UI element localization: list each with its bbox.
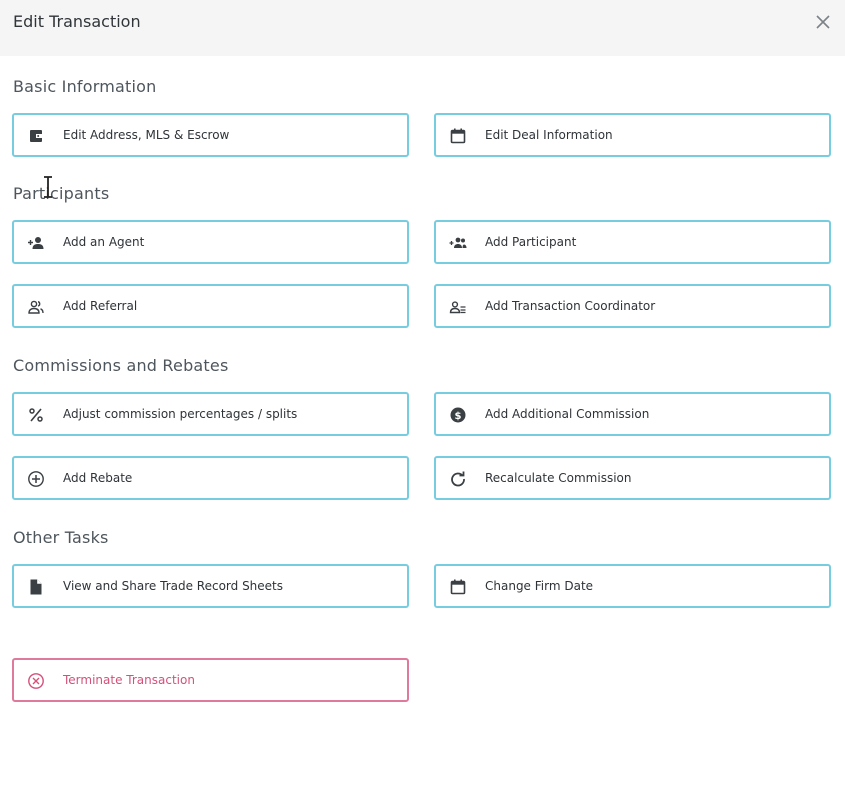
calendar-icon xyxy=(450,128,466,144)
coordinator-icon xyxy=(449,301,466,314)
svg-text:$: $ xyxy=(455,411,462,422)
add-additional-commission-label: Add Additional Commission xyxy=(485,407,650,421)
recalculate-commission-label: Recalculate Commission xyxy=(485,471,632,485)
change-firm-date-label: Change Firm Date xyxy=(485,579,594,593)
people-outline-icon xyxy=(28,300,44,314)
section-basic-information: Basic Information xyxy=(13,77,157,96)
person-add-icon xyxy=(28,237,44,249)
section-commissions-and-rebates: Commissions and Rebates xyxy=(13,356,229,375)
percent-icon xyxy=(29,408,43,422)
dollar-circle-icon: $ xyxy=(450,407,466,423)
add-agent-label: Add an Agent xyxy=(63,235,145,249)
add-transaction-coordinator-label: Add Transaction Coordinator xyxy=(485,299,656,313)
calendar-icon xyxy=(450,579,466,595)
text-cursor-icon xyxy=(44,176,52,198)
document-icon xyxy=(30,579,42,595)
edit-deal-information-button[interactable]: Edit Deal Information xyxy=(434,113,831,157)
group-add-icon xyxy=(449,237,467,248)
terminate-transaction-label: Terminate Transaction xyxy=(63,673,195,687)
adjust-commission-button[interactable]: Adjust commission percentages / splits xyxy=(12,392,409,436)
view-trade-record-sheets-button[interactable]: View and Share Trade Record Sheets xyxy=(12,564,409,608)
section-participants: Participants xyxy=(13,184,110,203)
view-trade-record-sheets-label: View and Share Trade Record Sheets xyxy=(63,579,284,593)
terminate-transaction-button[interactable]: Terminate Transaction xyxy=(12,658,409,702)
add-additional-commission-button[interactable]: $ Add Additional Commission xyxy=(434,392,831,436)
add-agent-button[interactable]: Add an Agent xyxy=(12,220,409,264)
add-referral-button[interactable]: Add Referral xyxy=(12,284,409,328)
add-transaction-coordinator-button[interactable]: Add Transaction Coordinator xyxy=(434,284,831,328)
dialog-title: Edit Transaction xyxy=(13,12,141,31)
cancel-circle-icon xyxy=(28,673,44,689)
section-other-tasks: Other Tasks xyxy=(13,528,109,547)
edit-address-label: Edit Address, MLS & Escrow xyxy=(63,128,230,142)
adjust-commission-label: Adjust commission percentages / splits xyxy=(63,407,298,421)
add-participant-button[interactable]: Add Participant xyxy=(434,220,831,264)
add-referral-label: Add Referral xyxy=(63,299,138,313)
add-rebate-button[interactable]: Add Rebate xyxy=(12,456,409,500)
recalculate-commission-button[interactable]: Recalculate Commission xyxy=(434,456,831,500)
edit-deal-information-label: Edit Deal Information xyxy=(485,128,613,142)
refresh-icon xyxy=(451,471,465,487)
wallet-icon xyxy=(30,130,42,142)
dialog-header: Edit Transaction xyxy=(0,0,845,56)
add-participant-label: Add Participant xyxy=(485,235,577,249)
change-firm-date-button[interactable]: Change Firm Date xyxy=(434,564,831,608)
add-rebate-label: Add Rebate xyxy=(63,471,133,485)
edit-address-button[interactable]: Edit Address, MLS & Escrow xyxy=(12,113,409,157)
plus-circle-icon xyxy=(28,471,44,487)
close-icon[interactable] xyxy=(813,12,833,32)
